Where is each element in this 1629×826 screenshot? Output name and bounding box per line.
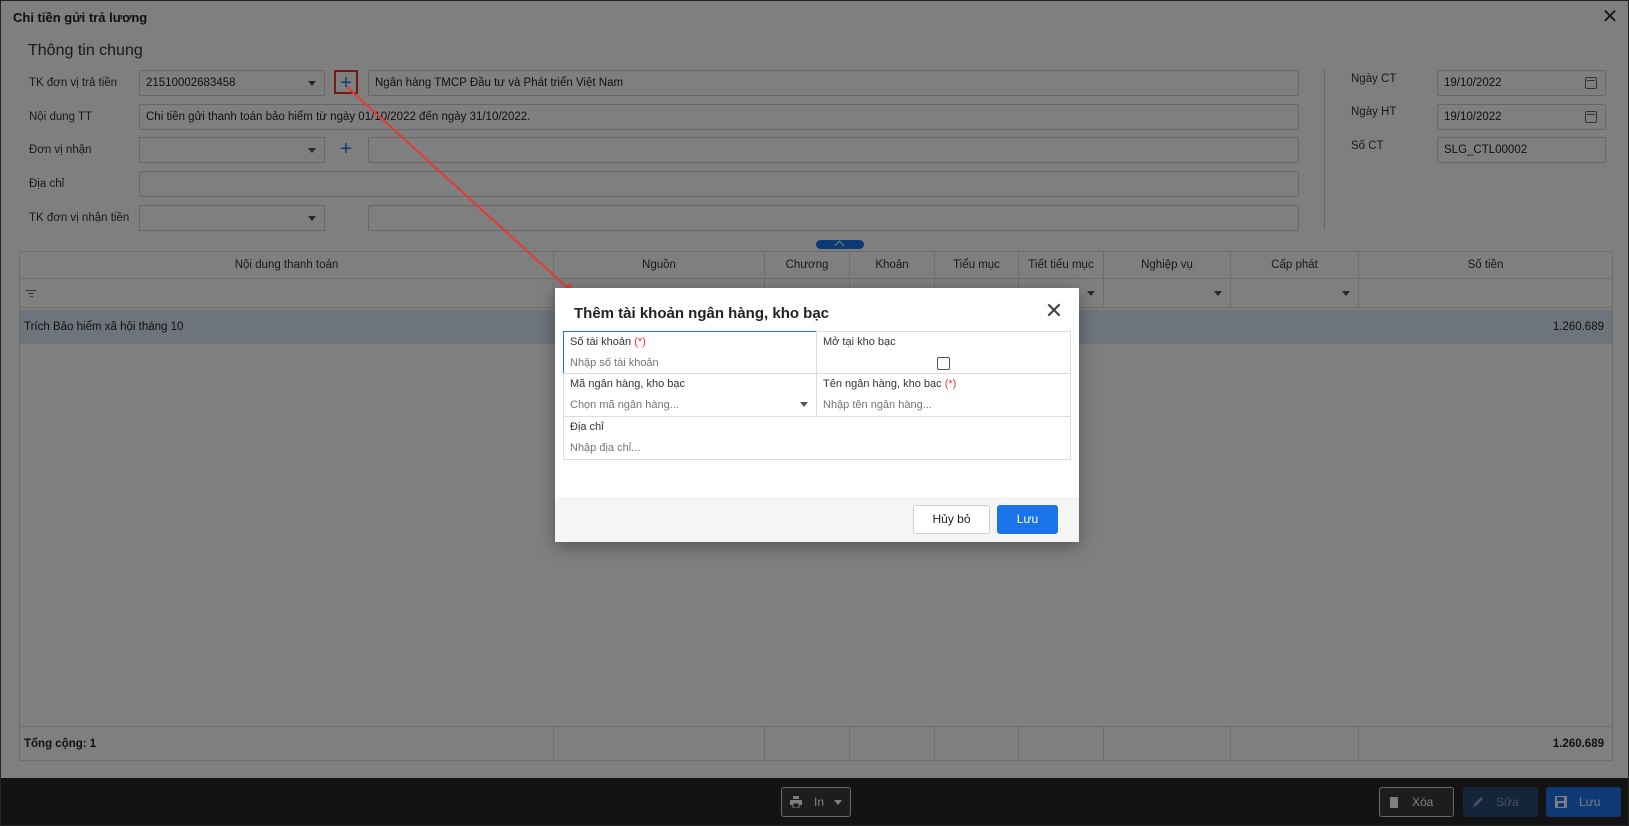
dia-chi-modal-label: Địa chỉ [570,421,604,433]
so-tai-khoan-label: Số tài khoản (*) [570,336,646,348]
dialog-footer: Hủy bỏ Lưu [555,497,1079,542]
ten-ngan-hang-field[interactable]: Tên ngân hàng, kho bạc (*) [816,373,1071,417]
mo-tai-kho-bac-field: Mở tại kho bạc [816,331,1071,374]
mo-tai-kho-bac-label: Mở tại kho bạc [823,336,896,348]
required-marker: (*) [634,336,646,348]
ten-ngan-hang-label-text: Tên ngân hàng, kho bạc [823,378,942,390]
app-root: Chi tiền gửi trả lương ✕ Thông tin chung… [0,0,1629,826]
cancel-button[interactable]: Hủy bỏ [913,505,990,534]
dia-chi-field[interactable]: Địa chỉ [563,416,1071,460]
chevron-down-icon[interactable] [800,402,808,407]
ma-ngan-hang-field[interactable]: Mã ngân hàng, kho bạc [563,373,817,417]
ma-ngan-hang-select[interactable] [570,399,790,411]
dialog-save-button[interactable]: Lưu [997,505,1058,534]
ma-ngan-hang-label: Mã ngân hàng, kho bạc [570,378,685,390]
required-marker: (*) [944,378,957,390]
add-bank-account-dialog: Thêm tài khoản ngân hàng, kho bạc ✕ Số t… [555,288,1079,542]
ten-ngan-hang-input[interactable] [823,399,1043,411]
so-tai-khoan-field[interactable]: Số tài khoản (*) [563,331,817,374]
dia-chi-modal-input[interactable] [570,442,1050,454]
mo-tai-kho-bac-checkbox[interactable] [937,357,950,370]
so-tai-khoan-label-text: Số tài khoản [570,336,632,348]
ten-ngan-hang-label: Tên ngân hàng, kho bạc (*) [823,378,956,390]
dialog-form: Số tài khoản (*) Mở tại kho bạc Mã ngân … [563,331,1071,460]
dialog-title: Thêm tài khoản ngân hàng, kho bạc [574,305,830,322]
close-icon[interactable]: ✕ [1043,300,1065,322]
so-tai-khoan-input[interactable] [570,357,790,369]
